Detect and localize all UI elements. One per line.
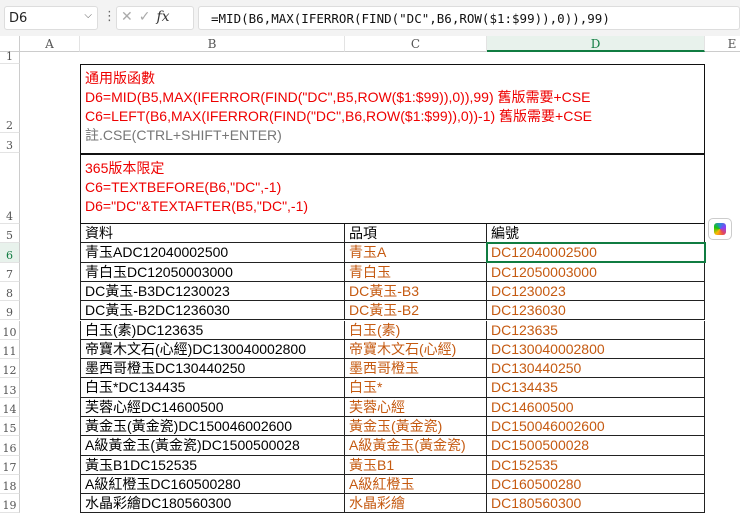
- table-cell[interactable]: DC150046002600: [487, 417, 705, 437]
- table-cell[interactable]: DC130040002800: [487, 339, 705, 360]
- table-header-cell[interactable]: 品項: [345, 224, 487, 244]
- table-cell[interactable]: 黃玉B1DC152535: [80, 455, 345, 475]
- table-cell[interactable]: 黃玉B1: [345, 455, 487, 475]
- row-header-19[interactable]: 19: [0, 494, 20, 514]
- note-line: C6=TEXTBEFORE(B6,"DC",-1): [85, 179, 282, 195]
- table-cell[interactable]: DC160500280: [487, 474, 705, 495]
- row-header-8[interactable]: 8: [0, 281, 20, 302]
- table-cell[interactable]: DC14600500: [487, 397, 705, 417]
- table-cell[interactable]: A級紅橙玉: [345, 474, 487, 495]
- table-cell[interactable]: 青白玉DC12050003000: [80, 262, 345, 282]
- note-line: D6=MID(B5,MAX(IFERROR(FIND("DC",B5,ROW($…: [85, 89, 591, 105]
- table-cell[interactable]: A級紅橙玉DC160500280: [80, 474, 345, 495]
- row-header-13[interactable]: 13: [0, 378, 20, 398]
- table-cell[interactable]: A級黃金玉(黃金瓷)DC1500500028: [80, 436, 345, 456]
- row-header-6[interactable]: 6: [0, 243, 20, 263]
- insert-function-button[interactable]: fx: [156, 9, 169, 25]
- row-header-4[interactable]: 4: [0, 153, 20, 224]
- table-cell[interactable]: DC1236030: [487, 301, 705, 321]
- column-header-A[interactable]: A: [20, 36, 80, 52]
- table-cell[interactable]: 芙蓉心經: [345, 397, 487, 417]
- formula-input[interactable]: =MID(B6,MAX(IFERROR(FIND("DC",B6,ROW($1:…: [198, 6, 740, 30]
- row-header-12[interactable]: 12: [0, 359, 20, 379]
- table-cell[interactable]: DC1500500028: [487, 436, 705, 456]
- note-cse: 註.CSE(CTRL+SHIFT+ENTER): [85, 127, 282, 143]
- table-cell[interactable]: 青玉ADC12040002500: [80, 243, 345, 263]
- table-cell[interactable]: 帝寶木文石(心經)DC130040002800: [80, 339, 345, 360]
- notes-box-general: 通用版函數 D6=MID(B5,MAX(IFERROR(FIND("DC",B5…: [80, 64, 705, 154]
- row-header-5[interactable]: 5: [0, 224, 20, 244]
- table-cell[interactable]: DC1230023: [487, 281, 705, 302]
- row-header-10[interactable]: 10: [0, 320, 20, 340]
- table-cell[interactable]: 白玉(素): [345, 320, 487, 340]
- table-cell[interactable]: 青白玉: [345, 262, 487, 282]
- table-cell[interactable]: DC黃玉-B3: [345, 281, 487, 302]
- row-header-9[interactable]: 9: [0, 301, 20, 321]
- confirm-icon[interactable]: ✓: [139, 9, 157, 25]
- table-cell[interactable]: DC12050003000: [487, 262, 705, 282]
- row-header-14[interactable]: 14: [0, 397, 20, 417]
- more-icon[interactable]: ⋮: [103, 9, 116, 24]
- table-cell[interactable]: DC152535: [487, 455, 705, 475]
- row-header-2[interactable]: 2: [0, 64, 20, 133]
- name-box[interactable]: D6 ⌵: [4, 6, 98, 30]
- table-cell[interactable]: DC黃玉-B3DC1230023: [80, 281, 345, 302]
- table-cell[interactable]: 白玉*: [345, 378, 487, 398]
- formula-buttons: ✕✓fx: [116, 6, 194, 30]
- table-cell[interactable]: 墨西哥橙玉DC130440250: [80, 359, 345, 379]
- chevron-down-icon[interactable]: ⌵: [84, 10, 92, 21]
- row-header-7[interactable]: 7: [0, 262, 20, 282]
- row-header-16[interactable]: 16: [0, 436, 20, 456]
- table-cell[interactable]: 黃金玉(黃金瓷)DC150046002600: [80, 417, 345, 437]
- table-cell[interactable]: 白玉*DC134435: [80, 378, 345, 398]
- table-cell[interactable]: DC180560300: [487, 494, 705, 514]
- note-title: 通用版函數: [85, 70, 155, 86]
- table-cell[interactable]: DC130440250: [487, 359, 705, 379]
- table-cell[interactable]: 水晶彩繪DC180560300: [80, 494, 345, 514]
- note-title: 365版本限定: [85, 160, 165, 176]
- note-line: D6="DC"&TEXTAFTER(B5,"DC",-1): [85, 198, 309, 214]
- column-header-B[interactable]: B: [80, 36, 345, 52]
- table-cell[interactable]: DC黃玉-B2DC1236030: [80, 301, 345, 321]
- notes-box-365: 365版本限定 C6=TEXTBEFORE(B6,"DC",-1) D6="DC…: [80, 154, 705, 224]
- copilot-icon[interactable]: [708, 218, 732, 240]
- table-cell[interactable]: 墨西哥橙玉: [345, 359, 487, 379]
- column-header-C[interactable]: C: [345, 36, 487, 52]
- row-header-3[interactable]: 3: [0, 133, 20, 153]
- table-cell[interactable]: 芙蓉心經DC14600500: [80, 397, 345, 417]
- table-cell[interactable]: DC黃玉-B2: [345, 301, 487, 321]
- table-cell[interactable]: A級黃金玉(黃金瓷): [345, 436, 487, 456]
- row-header-1[interactable]: 1: [0, 50, 20, 64]
- column-header-D[interactable]: D: [487, 36, 705, 52]
- formula-bar: D6 ⌵ ⋮ ✕✓fx =MID(B6,MAX(IFERROR(FIND("DC"…: [0, 0, 740, 36]
- table-cell[interactable]: 帝寶木文石(心經): [345, 339, 487, 360]
- table-cell[interactable]: DC12040002500: [487, 243, 705, 263]
- table-cell[interactable]: 水晶彩繪: [345, 494, 487, 514]
- row-header-11[interactable]: 11: [0, 339, 20, 360]
- table-cell[interactable]: DC123635: [487, 320, 705, 340]
- table-cell[interactable]: 青玉A: [345, 243, 487, 263]
- row-header-18[interactable]: 18: [0, 474, 20, 495]
- column-header-E[interactable]: E: [705, 36, 740, 52]
- cancel-icon[interactable]: ✕: [121, 9, 139, 25]
- row-header-17[interactable]: 17: [0, 455, 20, 475]
- row-header-15[interactable]: 15: [0, 417, 20, 437]
- table-cell[interactable]: 黃金玉(黃金瓷): [345, 417, 487, 437]
- table-cell[interactable]: 白玉(素)DC123635: [80, 320, 345, 340]
- table-header-cell[interactable]: 編號: [487, 224, 705, 244]
- table-cell[interactable]: DC134435: [487, 378, 705, 398]
- name-box-value: D6: [9, 11, 28, 26]
- table-header-cell[interactable]: 資料: [80, 224, 345, 244]
- note-line: C6=LEFT(B6,MAX(IFERROR(FIND("DC",B6,ROW(…: [85, 108, 593, 124]
